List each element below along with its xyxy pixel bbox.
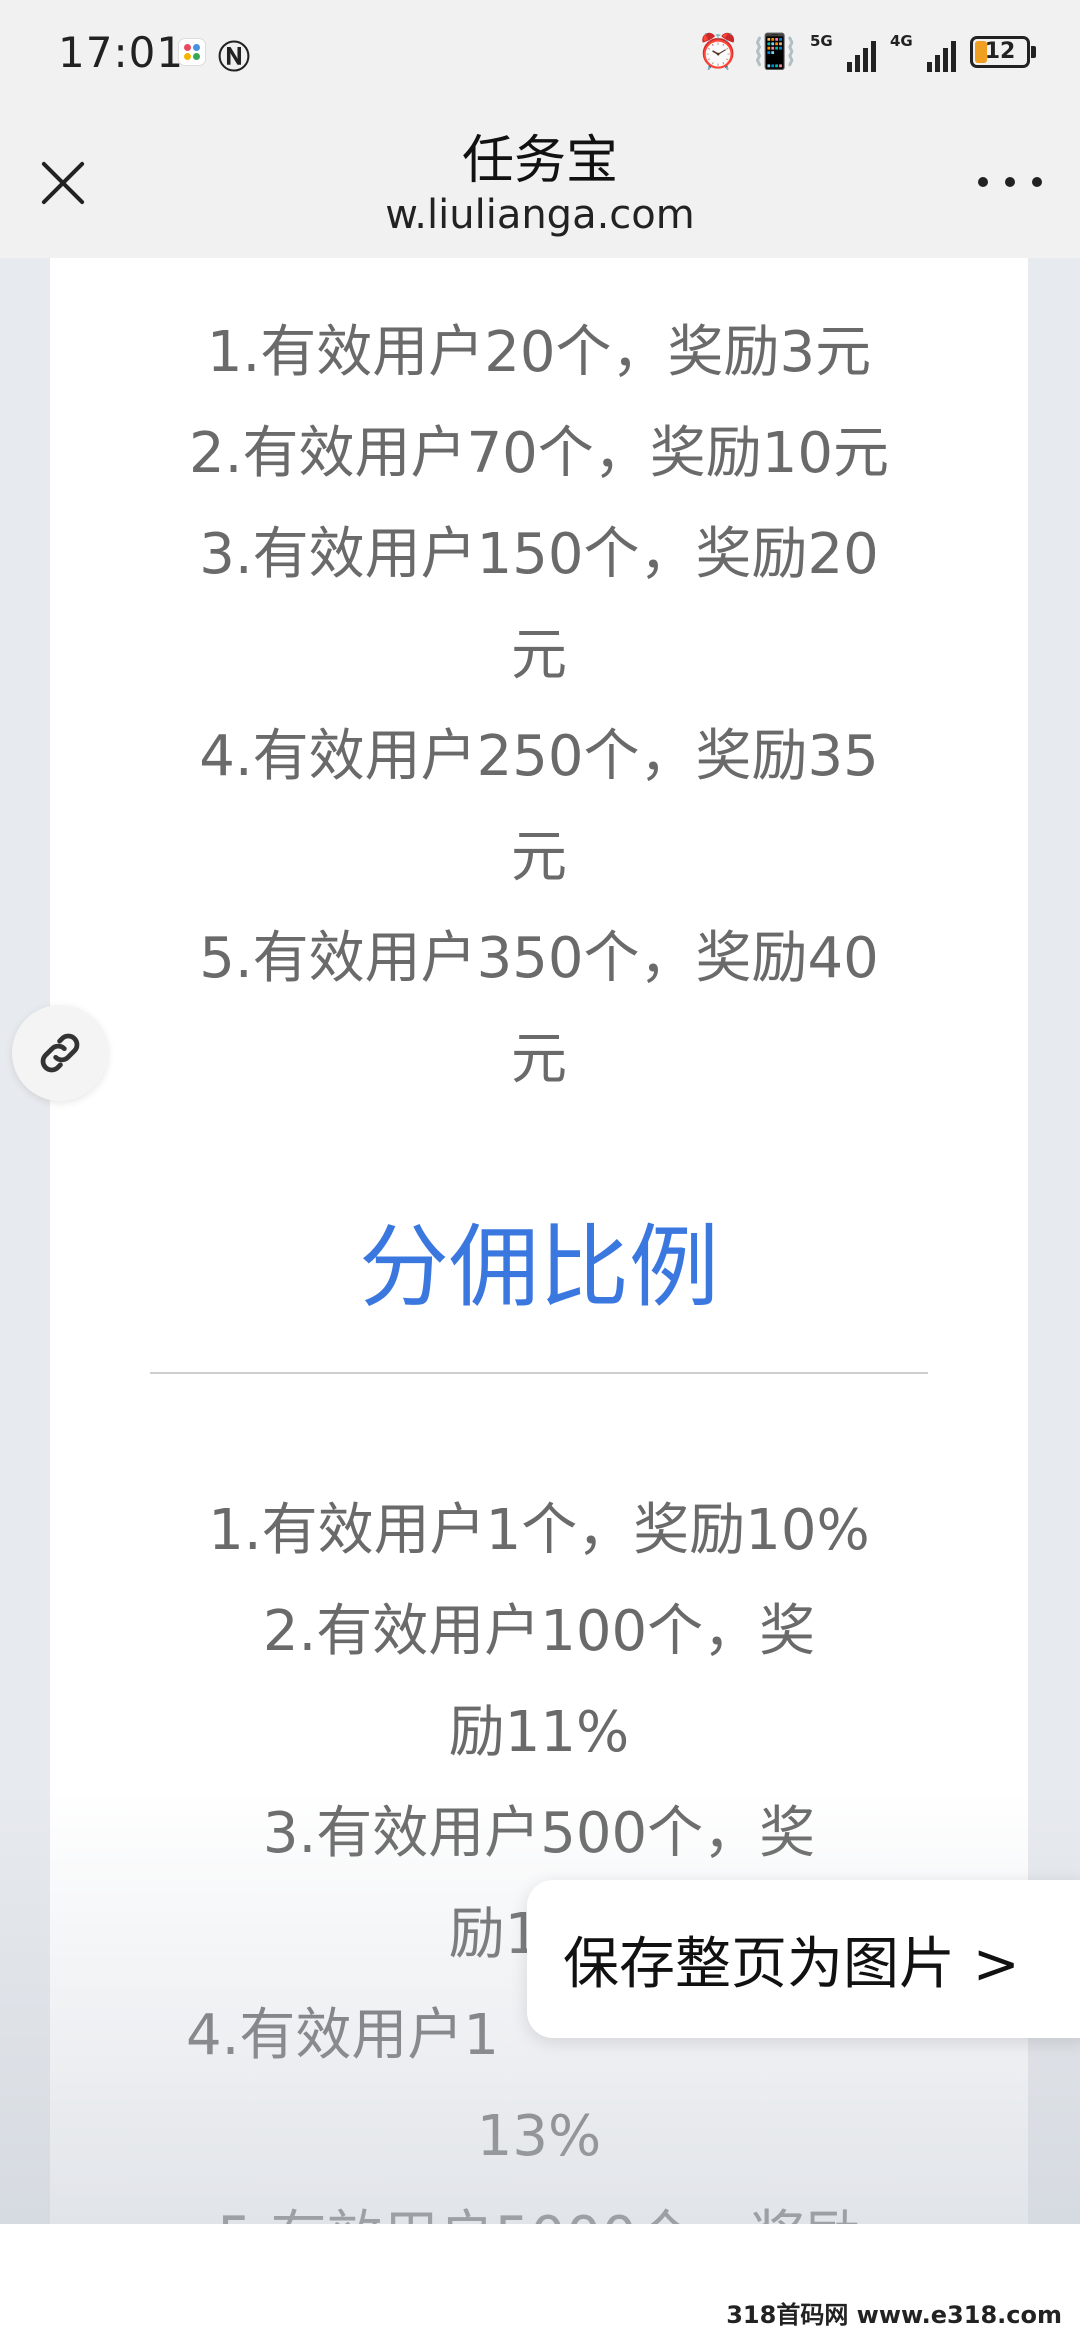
link-icon <box>40 1033 80 1073</box>
commission-item: 2.有效用户100个，奖励11% <box>262 1599 816 1765</box>
copy-link-button[interactable] <box>12 1005 108 1101</box>
divider <box>150 1372 928 1374</box>
status-icons: ⏰ 📳 5G 4G 12 <box>697 30 1036 74</box>
watermark-text: 318首码网 www.e318.com <box>726 2301 1062 2329</box>
reward-item: 1.有效用户20个，奖励3元 <box>206 320 872 385</box>
alarm-icon: ⏰ <box>697 32 740 72</box>
page-title: 任务宝 <box>461 131 618 191</box>
page-url: w.liulianga.com <box>385 192 695 238</box>
more-options-button[interactable] <box>978 170 1042 194</box>
reward-item: 5.有效用户350个，奖励40元 <box>199 926 879 1092</box>
reward-item: 2.有效用户70个，奖励10元 <box>189 421 889 486</box>
signal-5g-icon: 5G <box>810 32 876 72</box>
reward-list: 1.有效用户20个，奖励3元 2.有效用户70个，奖励10元 3.有效用户150… <box>50 302 1028 1110</box>
commission-item: 13% <box>476 2104 602 2169</box>
commission-list: 1.有效用户1个，奖励10% 2.有效用户100个，奖励11% 3.有效用户50… <box>50 1480 1028 2224</box>
browser-title-bar: 任务宝 w.liulianga.com <box>0 100 1080 258</box>
reward-item: 4.有效用户250个，奖励35元 <box>199 724 879 890</box>
commission-title: 分佣比例 <box>359 1215 719 1320</box>
status-bar: 17:01 Ⓝ ⏰ 📳 5G 4G 12 <box>0 0 1080 100</box>
app-notification-icon <box>178 38 206 66</box>
signal-5g-label: 5G <box>810 32 833 50</box>
reward-item: 3.有效用户150个，奖励20元 <box>199 522 879 688</box>
save-page-as-image-button[interactable]: 保存整页为图片 > <box>527 1880 1080 2038</box>
battery-level: 12 <box>984 39 1016 64</box>
battery-icon: 12 <box>970 36 1036 68</box>
commission-item: 1.有效用户1个，奖励10% <box>208 1498 870 1563</box>
status-time: 17:01 <box>58 28 185 77</box>
nfc-icon: Ⓝ <box>218 38 251 76</box>
vibrate-icon: 📳 <box>753 32 796 72</box>
commission-item: 5.有效用户5000个，奖励 <box>50 2187 1028 2224</box>
signal-4g-icon: 4G <box>890 32 956 72</box>
bottom-strip: 318首码网 www.e318.com <box>0 2224 1080 2340</box>
save-page-label: 保存整页为图片 > <box>563 1931 1020 1997</box>
signal-4g-label: 4G <box>890 32 913 50</box>
